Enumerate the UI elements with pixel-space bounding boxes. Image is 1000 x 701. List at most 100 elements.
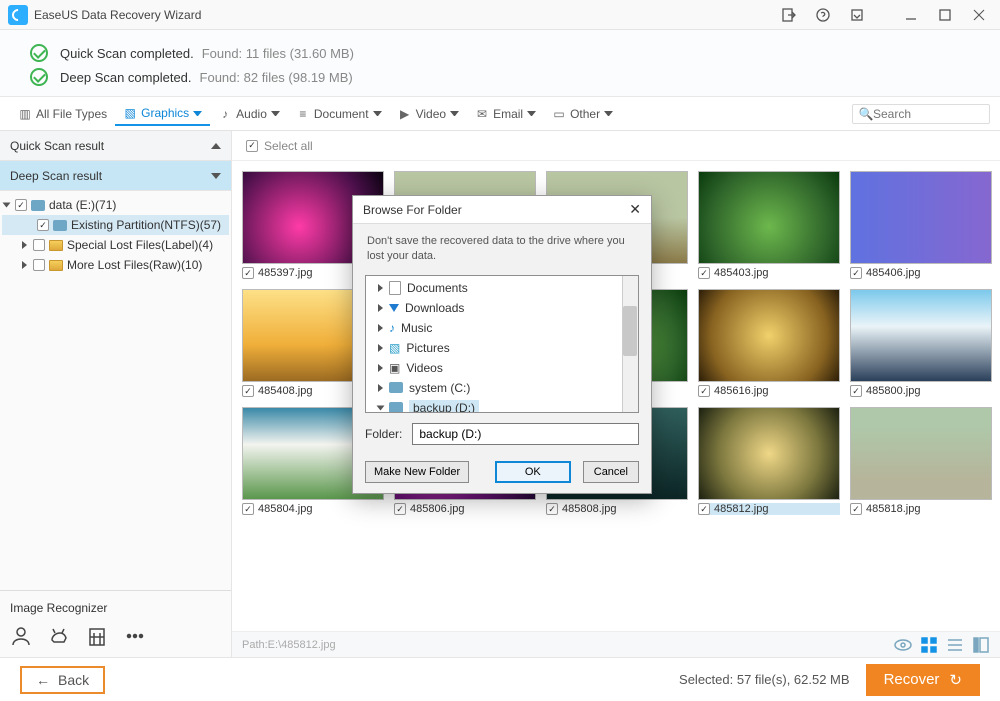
- dialog-title-bar[interactable]: Browse For Folder ✕: [353, 196, 651, 224]
- thumbnail-image: [850, 407, 992, 500]
- side-panel: Quick Scan result Deep Scan result ✓ dat…: [0, 131, 232, 657]
- dlg-tree-system-drive[interactable]: system (C:): [368, 378, 636, 398]
- app-logo-icon: [8, 5, 28, 25]
- thumbnail-name: 485403.jpg: [714, 267, 768, 279]
- filter-document[interactable]: ≡ Document: [288, 103, 390, 125]
- quick-scan-panel-header[interactable]: Quick Scan result: [0, 131, 231, 161]
- videos-icon: ▣: [389, 361, 400, 375]
- arrow-left-icon: ←: [36, 672, 50, 688]
- window-minimize-icon[interactable]: [894, 0, 928, 30]
- checkbox[interactable]: ✓: [850, 267, 862, 279]
- filter-other[interactable]: ▭ Other: [544, 103, 621, 125]
- preview-icon[interactable]: [894, 636, 912, 654]
- dlg-tree-label: Videos: [406, 361, 442, 375]
- checkbox[interactable]: ✓: [698, 385, 710, 397]
- recognizer-building-icon[interactable]: [86, 625, 108, 647]
- thumbnail-image: [850, 289, 992, 382]
- close-icon[interactable]: ✕: [629, 201, 641, 218]
- caret-right-icon: [378, 364, 383, 372]
- thumbnail-name: 485804.jpg: [258, 503, 312, 515]
- thumbnail-image: [698, 289, 840, 382]
- caret-right-icon: [378, 324, 383, 332]
- dlg-tree-label: Documents: [407, 281, 468, 295]
- recover-label: Recover: [884, 671, 940, 688]
- checkbox[interactable]: ✓: [698, 503, 710, 515]
- folder-input[interactable]: [412, 423, 639, 445]
- titlebar-logout-icon[interactable]: [772, 0, 806, 30]
- dlg-tree-label: backup (D:): [409, 400, 479, 413]
- thumbnail[interactable]: ✓485812.jpg: [698, 407, 840, 515]
- filter-video[interactable]: ▶ Video: [390, 103, 467, 125]
- checkbox[interactable]: ✓: [246, 140, 258, 152]
- recognizer-more-icon[interactable]: [124, 625, 146, 647]
- thumbnail[interactable]: ✓ 485616.jpg: [698, 289, 840, 397]
- checkbox[interactable]: ✓: [850, 385, 862, 397]
- recognizer-person-icon[interactable]: [10, 625, 32, 647]
- image-recognizer-panel: Image Recognizer: [0, 590, 231, 657]
- checkbox[interactable]: [33, 259, 45, 271]
- filter-email[interactable]: ✉ Email: [467, 103, 544, 125]
- dlg-tree-videos[interactable]: ▣ Videos: [368, 358, 636, 378]
- deep-scan-panel-header[interactable]: Deep Scan result: [0, 161, 231, 191]
- tree-root-drive[interactable]: ✓ data (E:)(71): [2, 195, 229, 215]
- tree-special-lost-files[interactable]: Special Lost Files(Label)(4): [2, 235, 229, 255]
- dlg-tree-pictures[interactable]: ▧Pictures: [368, 338, 636, 358]
- checkbox[interactable]: ✓: [37, 219, 49, 231]
- list-view-icon[interactable]: [946, 636, 964, 654]
- path-text: Path:E:\485812.jpg: [242, 639, 336, 651]
- ok-button[interactable]: OK: [495, 461, 571, 483]
- checkbox[interactable]: [33, 239, 45, 251]
- recover-button[interactable]: Recover ↻: [866, 664, 980, 696]
- checkbox[interactable]: ✓: [850, 503, 862, 515]
- grid-view-icon[interactable]: [920, 636, 938, 654]
- dlg-tree-downloads[interactable]: Downloads: [368, 298, 636, 318]
- folder-tree: ✓ data (E:)(71) ✓ Existing Partition(NTF…: [0, 191, 231, 279]
- quick-scan-detail: Found: 11 files (31.60 MB): [202, 46, 354, 61]
- thumbnail[interactable]: ✓485818.jpg: [850, 407, 992, 515]
- filter-audio[interactable]: ♪ Audio: [210, 103, 288, 125]
- titlebar-menu-icon[interactable]: [840, 0, 874, 30]
- thumbnail[interactable]: ✓485800.jpg: [850, 289, 992, 397]
- title-bar: EaseUS Data Recovery Wizard: [0, 0, 1000, 30]
- thumbnail[interactable]: ✓ 485403.jpg: [698, 171, 840, 279]
- thumbnail-name: 485616.jpg: [714, 385, 768, 397]
- dlg-tree-music[interactable]: ♪Music: [368, 318, 636, 338]
- triangle-down-icon: [3, 203, 11, 208]
- make-new-folder-button[interactable]: Make New Folder: [365, 461, 469, 483]
- checkbox[interactable]: ✓: [242, 267, 254, 279]
- window-close-icon[interactable]: [962, 0, 996, 30]
- dlg-tree-backup-drive[interactable]: backup (D:): [368, 398, 636, 413]
- checkbox[interactable]: ✓: [242, 503, 254, 515]
- checkbox[interactable]: ✓: [15, 199, 27, 211]
- checkbox[interactable]: ✓: [242, 385, 254, 397]
- back-button[interactable]: ← Back: [20, 666, 105, 694]
- panel-header-label: Deep Scan result: [10, 169, 102, 183]
- checkbox[interactable]: ✓: [394, 503, 406, 515]
- recognizer-animal-icon[interactable]: [48, 625, 70, 647]
- search-box[interactable]: 🔍: [852, 104, 990, 124]
- chevron-up-icon: [211, 143, 221, 149]
- filter-all-file-types[interactable]: ▥ All File Types: [10, 103, 115, 125]
- chevron-down-icon: [527, 111, 536, 116]
- scrollbar[interactable]: [622, 276, 638, 412]
- checkbox[interactable]: ✓: [546, 503, 558, 515]
- thumbnail-image: [850, 171, 992, 264]
- thumbnail[interactable]: ✓485406.jpg: [850, 171, 992, 279]
- titlebar-help-icon[interactable]: [806, 0, 840, 30]
- filter-graphics[interactable]: ▧ Graphics: [115, 102, 210, 126]
- checkbox[interactable]: ✓: [698, 267, 710, 279]
- chevron-down-icon: [450, 111, 459, 116]
- tree-more-lost-files[interactable]: More Lost Files(Raw)(10): [2, 255, 229, 275]
- tree-existing-partition[interactable]: ✓ Existing Partition(NTFS)(57): [2, 215, 229, 235]
- download-icon: [389, 304, 399, 312]
- cancel-button[interactable]: Cancel: [583, 461, 639, 483]
- detail-view-icon[interactable]: [972, 636, 990, 654]
- caret-down-icon: [377, 405, 385, 410]
- dlg-tree-documents[interactable]: Documents: [368, 278, 636, 298]
- search-input[interactable]: [873, 107, 983, 121]
- scrollbar-thumb[interactable]: [623, 306, 637, 356]
- select-all-row[interactable]: ✓ Select all: [232, 131, 1000, 161]
- quick-scan-title: Quick Scan completed.: [60, 46, 194, 61]
- recognizer-title: Image Recognizer: [10, 601, 221, 615]
- window-maximize-icon[interactable]: [928, 0, 962, 30]
